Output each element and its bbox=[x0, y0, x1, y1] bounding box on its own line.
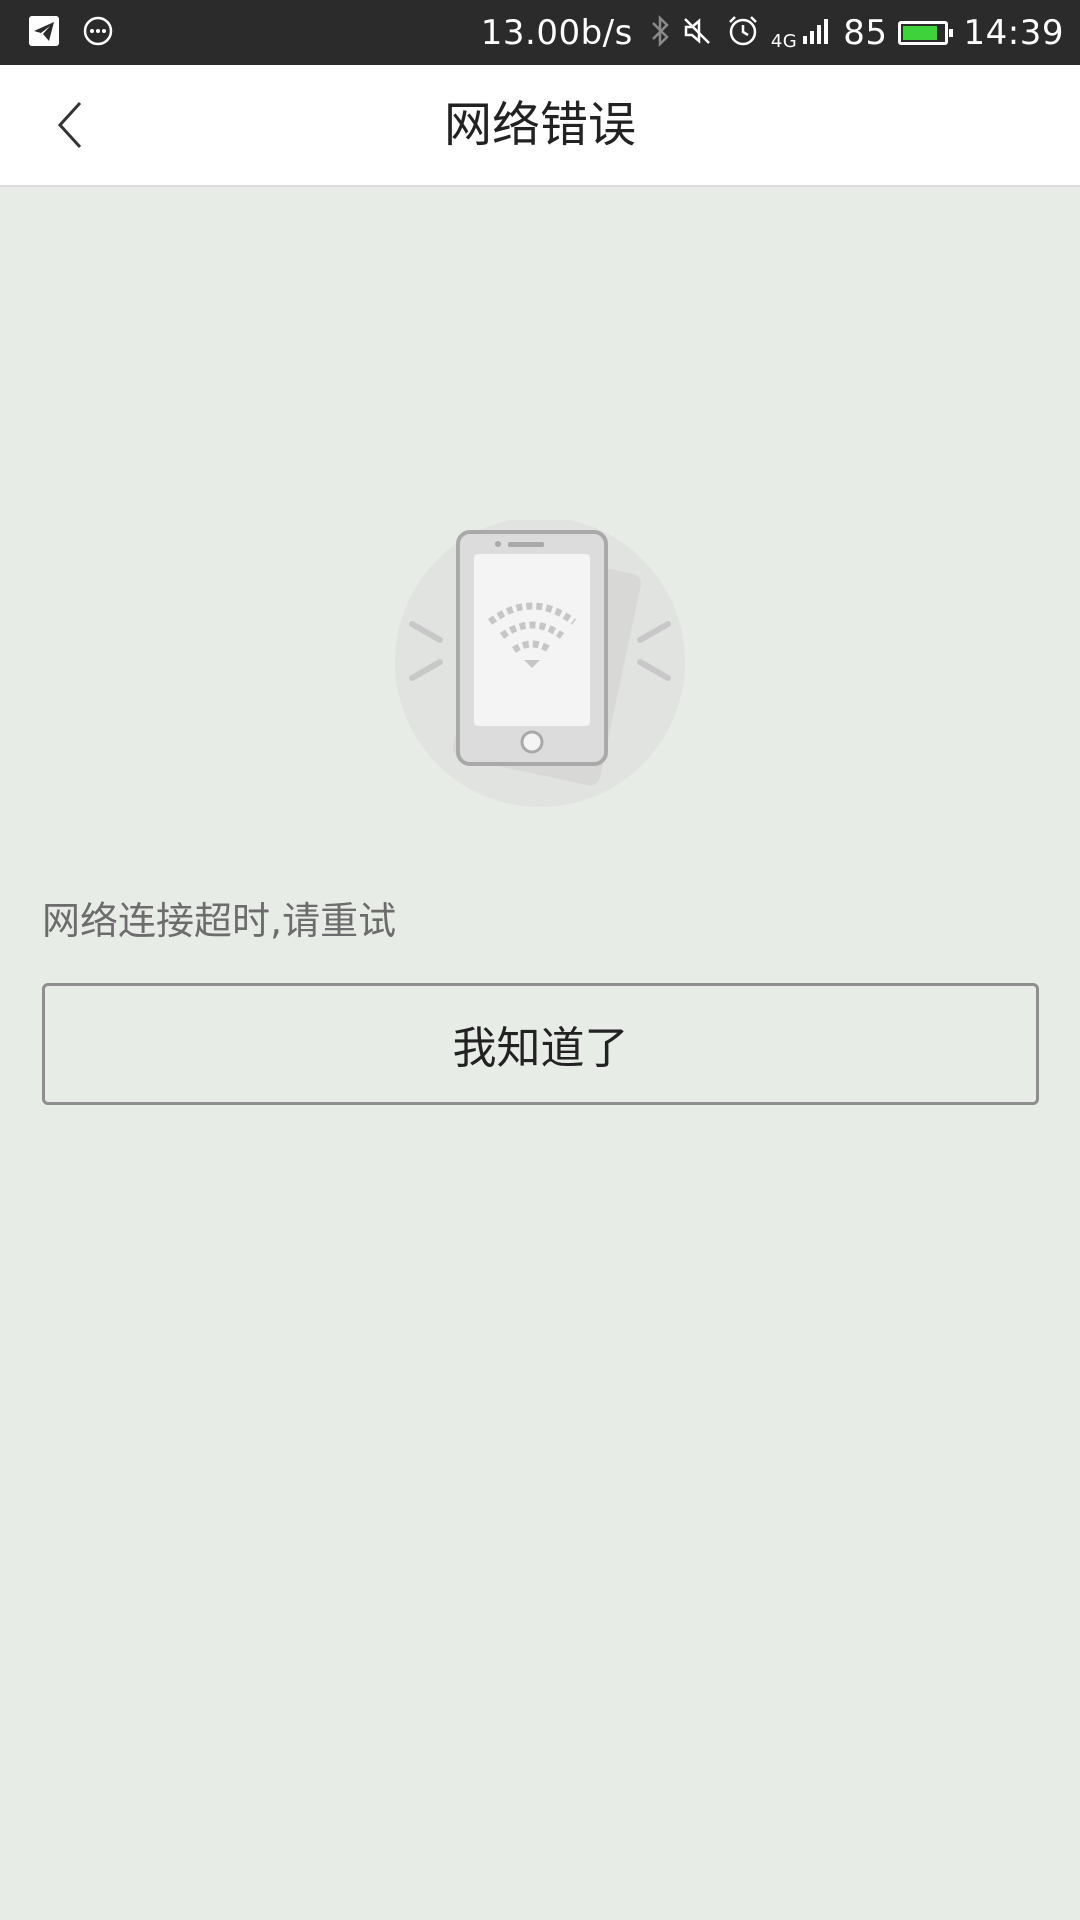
status-bar-right: 13.00b/s 4G 85 14:39 bbox=[471, 13, 1064, 53]
page-title: 网络错误 bbox=[443, 97, 636, 153]
network-error-illustration bbox=[390, 517, 690, 820]
error-message: 网络连接超时,请重试 bbox=[42, 899, 397, 943]
alarm-icon bbox=[725, 13, 761, 53]
battery-level bbox=[902, 25, 937, 40]
mute-icon bbox=[681, 14, 715, 52]
battery-icon bbox=[897, 20, 953, 45]
screen: 13.00b/s 4G 85 14:39 网络错误 网络连接超时,请重试 我知道… bbox=[0, 0, 1080, 1920]
chat-bubble-icon bbox=[82, 15, 114, 51]
status-bar-left bbox=[28, 15, 136, 51]
telegram-icon bbox=[28, 15, 60, 51]
clock: 14:39 bbox=[963, 12, 1064, 53]
battery-percent: 85 bbox=[843, 12, 888, 53]
chevron-left-icon bbox=[57, 101, 82, 149]
bluetooth-icon bbox=[649, 14, 671, 52]
network-speed: 13.00b/s bbox=[480, 12, 633, 53]
acknowledge-button[interactable]: 我知道了 bbox=[42, 983, 1039, 1105]
status-bar: 13.00b/s 4G 85 14:39 bbox=[0, 0, 1080, 65]
signal-icon bbox=[801, 16, 833, 50]
phone-no-wifi-icon bbox=[395, 517, 685, 807]
title-bar: 网络错误 bbox=[0, 65, 1080, 187]
back-button[interactable] bbox=[30, 85, 110, 165]
network-type: 4G bbox=[770, 30, 798, 52]
